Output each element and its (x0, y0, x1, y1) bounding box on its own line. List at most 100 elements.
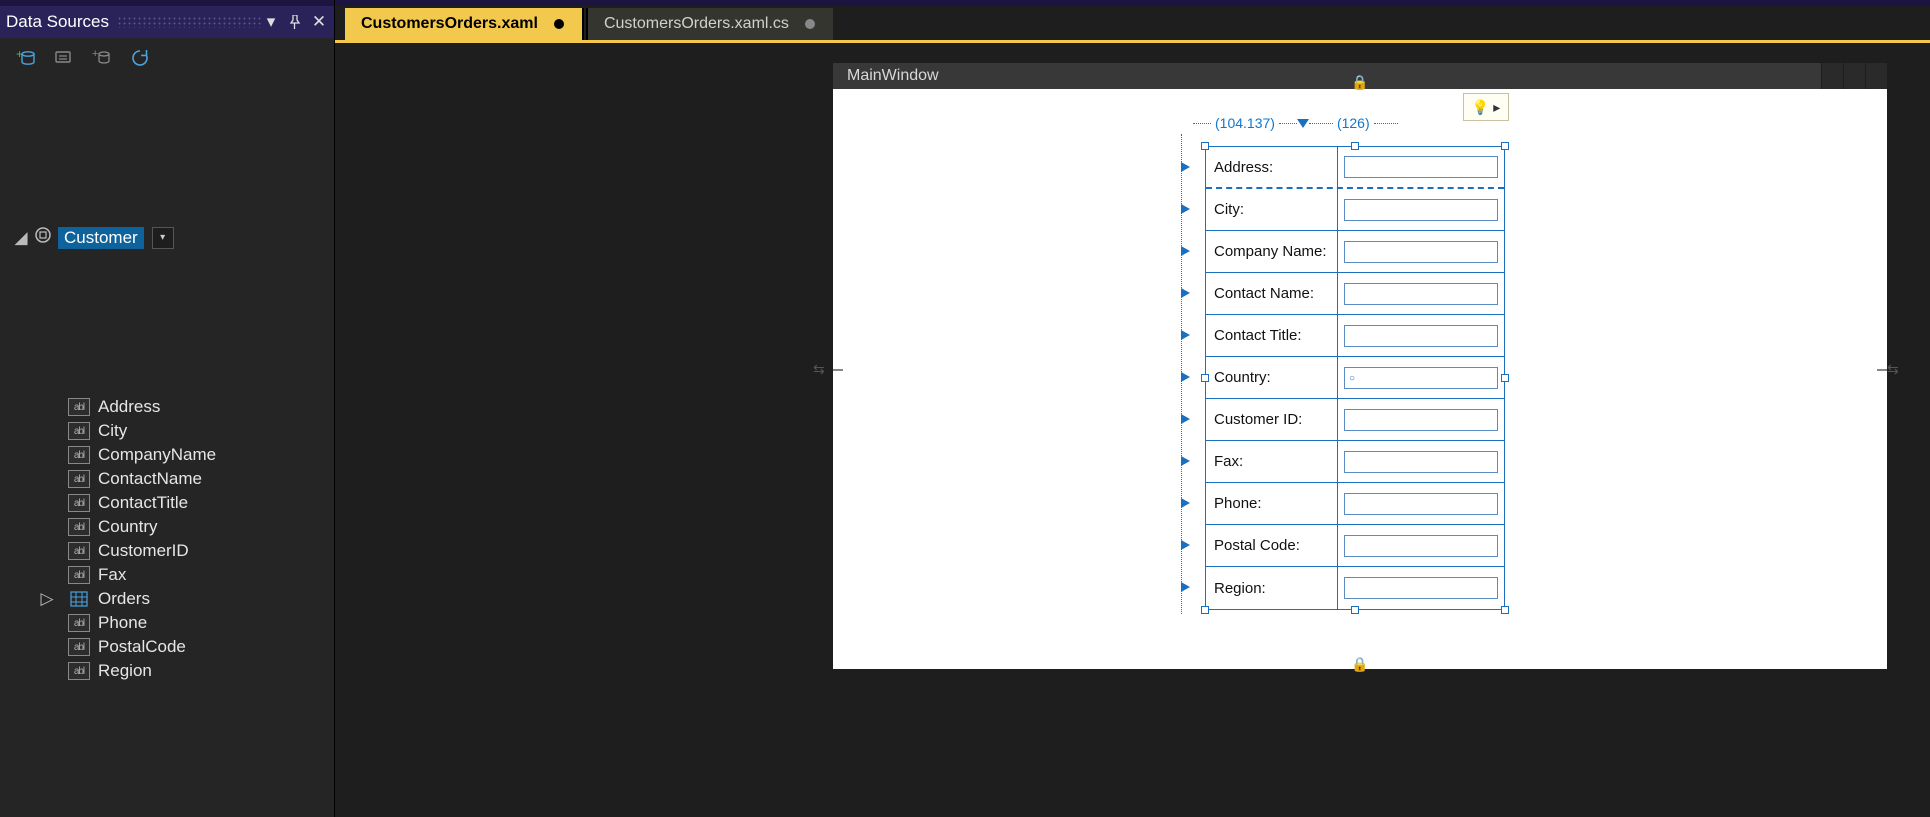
tree-field-label: City (98, 421, 127, 441)
resize-handle[interactable] (1201, 142, 1209, 150)
form-label: Contact Name: (1206, 273, 1338, 314)
form-textbox[interactable] (1344, 241, 1498, 263)
tree-field-orders[interactable]: ▷Orders (68, 587, 324, 611)
resize-handle[interactable] (1501, 142, 1509, 150)
form-label: Postal Code: (1206, 525, 1338, 566)
form-textbox[interactable] (1344, 577, 1498, 599)
row-splitter-icon[interactable] (1181, 540, 1190, 550)
tree-field-customerid[interactable]: ablCustomerID (68, 539, 324, 563)
tree-node-customer[interactable]: ◢ Customer ▾ (10, 80, 324, 395)
form-row: Country: (1206, 357, 1504, 399)
form-label: Address: (1206, 147, 1338, 187)
row-splitter-icon[interactable] (1181, 204, 1190, 214)
resize-handle[interactable] (1201, 606, 1209, 614)
panel-drag-grip[interactable] (117, 16, 262, 28)
rail-cap-icon: ⇆ (813, 361, 825, 378)
row-splitter-icon[interactable] (1181, 288, 1190, 298)
form-row: Fax: (1206, 441, 1504, 483)
row-splitter-icon[interactable] (1181, 414, 1190, 424)
close-panel-icon[interactable]: ✕ (310, 13, 328, 31)
rail-cap-icon: ⇆ (1887, 361, 1899, 378)
tree-field-address[interactable]: ablAddress (68, 395, 324, 419)
form-textbox[interactable] (1344, 451, 1498, 473)
refresh-icon[interactable] (128, 46, 152, 70)
form-field-cell (1338, 525, 1504, 566)
row-splitter-icon[interactable] (1181, 498, 1190, 508)
grid-icon (68, 590, 90, 608)
expander-expand-icon[interactable]: ▷ (40, 592, 54, 606)
form-field-cell (1338, 189, 1504, 230)
tree-field-fax[interactable]: ablFax (68, 563, 324, 587)
lock-icon: 🔒 (1351, 655, 1369, 673)
minimize-button[interactable] (1821, 63, 1843, 89)
form-field-cell (1338, 315, 1504, 356)
form-row: Contact Title: (1206, 315, 1504, 357)
form-row: Customer ID: (1206, 399, 1504, 441)
data-sources-panel: Data Sources ▾ ✕ + (0, 0, 335, 817)
node-type-dropdown[interactable]: ▾ (152, 227, 174, 249)
row-splitter-icon[interactable] (1181, 162, 1190, 172)
tree-field-country[interactable]: ablCountry (68, 515, 324, 539)
tree-field-companyname[interactable]: ablCompanyName (68, 443, 324, 467)
column1-width-label: (104.137) (1211, 115, 1279, 131)
resize-handle[interactable] (1201, 374, 1209, 382)
edit-dataset-icon[interactable] (52, 46, 76, 70)
tree-field-contactname[interactable]: ablContactName (68, 467, 324, 491)
unsaved-dot-icon (805, 19, 815, 29)
row-splitter-icon[interactable] (1181, 456, 1190, 466)
tab-customersorders-xaml[interactable]: CustomersOrders.xaml (345, 8, 582, 40)
form-grid[interactable]: Address:City:Company Name:Contact Name:C… (1205, 146, 1505, 610)
panel-menu-dropdown-icon[interactable]: ▾ (262, 13, 280, 31)
form-textbox[interactable] (1344, 493, 1498, 515)
tree-field-phone[interactable]: ablPhone (68, 611, 324, 635)
rail-right (1877, 369, 1887, 371)
form-textbox[interactable] (1344, 325, 1498, 347)
tree-field-city[interactable]: ablCity (68, 419, 324, 443)
row-splitter-icon[interactable] (1181, 330, 1190, 340)
maximize-button[interactable] (1843, 63, 1865, 89)
add-datasource-icon[interactable]: + (14, 46, 38, 70)
form-textbox[interactable] (1344, 283, 1498, 305)
tree-field-label: Address (98, 397, 160, 417)
form-field-cell (1338, 231, 1504, 272)
tree-field-label: ContactTitle (98, 493, 188, 513)
window-chrome-buttons (1821, 63, 1887, 89)
tab-label: CustomersOrders.xaml (361, 15, 538, 33)
close-button[interactable] (1865, 63, 1887, 89)
form-row: Address: (1206, 147, 1504, 189)
row-splitter-icon[interactable] (1181, 582, 1190, 592)
tab-customersorders-cs[interactable]: CustomersOrders.xaml.cs (588, 8, 833, 40)
add-query-icon[interactable]: + (90, 46, 114, 70)
form-field-cell (1338, 147, 1504, 187)
resize-handle[interactable] (1351, 606, 1359, 614)
text-field-icon: abl (68, 638, 90, 656)
resize-handle[interactable] (1501, 374, 1509, 382)
form-textbox[interactable] (1344, 535, 1498, 557)
column-splitter-triangle-icon[interactable] (1297, 119, 1309, 128)
object-type-icon (34, 226, 52, 249)
tree-field-region[interactable]: ablRegion (68, 659, 324, 683)
form-label: City: (1206, 189, 1338, 230)
column-width-ruler: (104.137) (126) (1193, 114, 1515, 132)
form-textbox[interactable] (1344, 199, 1498, 221)
form-textbox[interactable] (1344, 156, 1498, 178)
form-textbox[interactable] (1344, 409, 1498, 431)
form-label: Customer ID: (1206, 399, 1338, 440)
row-splitter-icon[interactable] (1181, 372, 1190, 382)
tree-field-postalcode[interactable]: ablPostalCode (68, 635, 324, 659)
xaml-design-surface[interactable]: MainWindow 🔒 🔒 ⇆ ⇆ 💡 ▸ (335, 43, 1930, 817)
tree-field-contacttitle[interactable]: ablContactTitle (68, 491, 324, 515)
column2-width-label: (126) (1333, 115, 1374, 131)
row-splitter-icon[interactable] (1181, 246, 1190, 256)
pin-icon[interactable] (286, 13, 304, 31)
text-field-icon: abl (68, 614, 90, 632)
expander-collapse-icon[interactable]: ◢ (14, 231, 28, 245)
lightbulb-icon: 💡 (1472, 99, 1489, 116)
form-label: Country: (1206, 357, 1338, 398)
tree-field-label: CustomerID (98, 541, 189, 561)
form-textbox[interactable] (1344, 367, 1498, 389)
resize-handle[interactable] (1501, 606, 1509, 614)
svg-text:+: + (92, 48, 98, 60)
rail-left (833, 369, 843, 371)
resize-handle[interactable] (1351, 142, 1359, 150)
